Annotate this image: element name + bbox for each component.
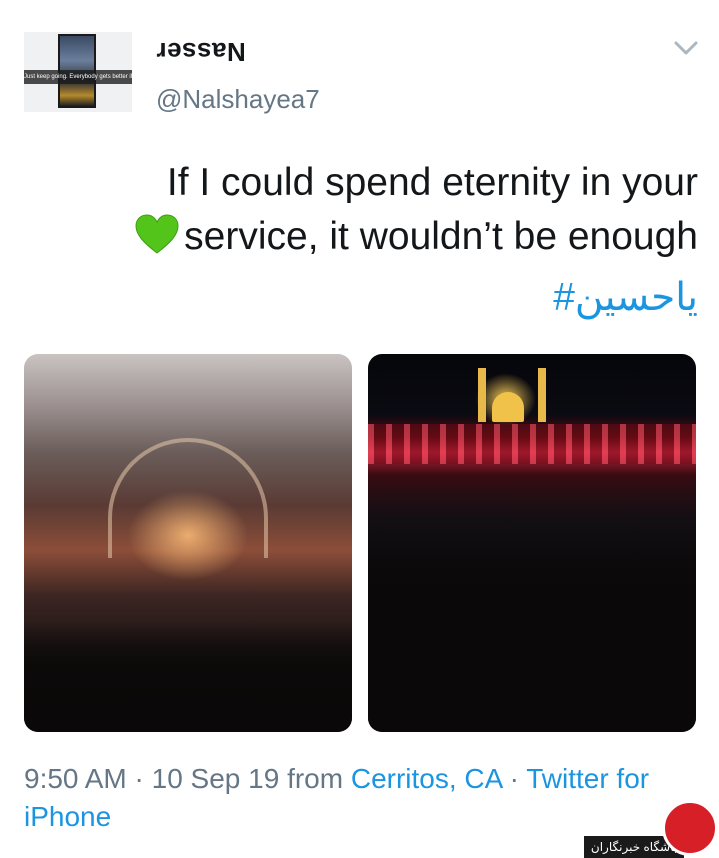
tweet-date[interactable]: 10 Sep 19: [152, 763, 280, 794]
meta-separator: ·: [501, 763, 527, 794]
tweet-text-line-2: service, it wouldn’t be enough: [24, 210, 698, 264]
minaret-right: [538, 368, 546, 422]
shrine-crowd-photo[interactable]: [368, 354, 696, 732]
crowd-overlay: [368, 472, 696, 732]
crowd-overlay: [24, 622, 352, 732]
avatar-caption: Just keep going. Everybody gets better i…: [24, 70, 132, 84]
green-heart-icon: [135, 214, 179, 254]
author-handle[interactable]: @Nalshayea7: [156, 84, 320, 115]
tweet-text-line-1: If I could spend eternity in your: [166, 161, 698, 204]
location-link[interactable]: Cerritos, CA: [351, 763, 502, 794]
tweet-text-line-2-text: service, it wouldn’t be enough: [184, 215, 698, 258]
tweet-meta: 9:50 AM · 10 Sep 19 from Cerritos, CA · …: [24, 760, 704, 836]
red-lights: [368, 424, 696, 464]
tweet-text: If I could spend eternity in your servic…: [24, 156, 698, 264]
shrine-arch: [108, 438, 268, 558]
avatar[interactable]: Just keep going. Everybody gets better i…: [24, 32, 132, 112]
tweet-time[interactable]: 9:50 AM: [24, 763, 127, 794]
from-label: from: [279, 763, 351, 794]
shrine-interior-photo[interactable]: [24, 354, 352, 732]
hashtag-link[interactable]: #یاحسین: [24, 270, 698, 326]
meta-separator: ·: [126, 763, 152, 794]
golden-dome: [492, 392, 524, 422]
minaret-left: [478, 368, 486, 422]
author-display-name[interactable]: Nasser: [156, 36, 246, 67]
watermark-logo: [662, 800, 718, 856]
chevron-down-icon[interactable]: [672, 36, 700, 60]
